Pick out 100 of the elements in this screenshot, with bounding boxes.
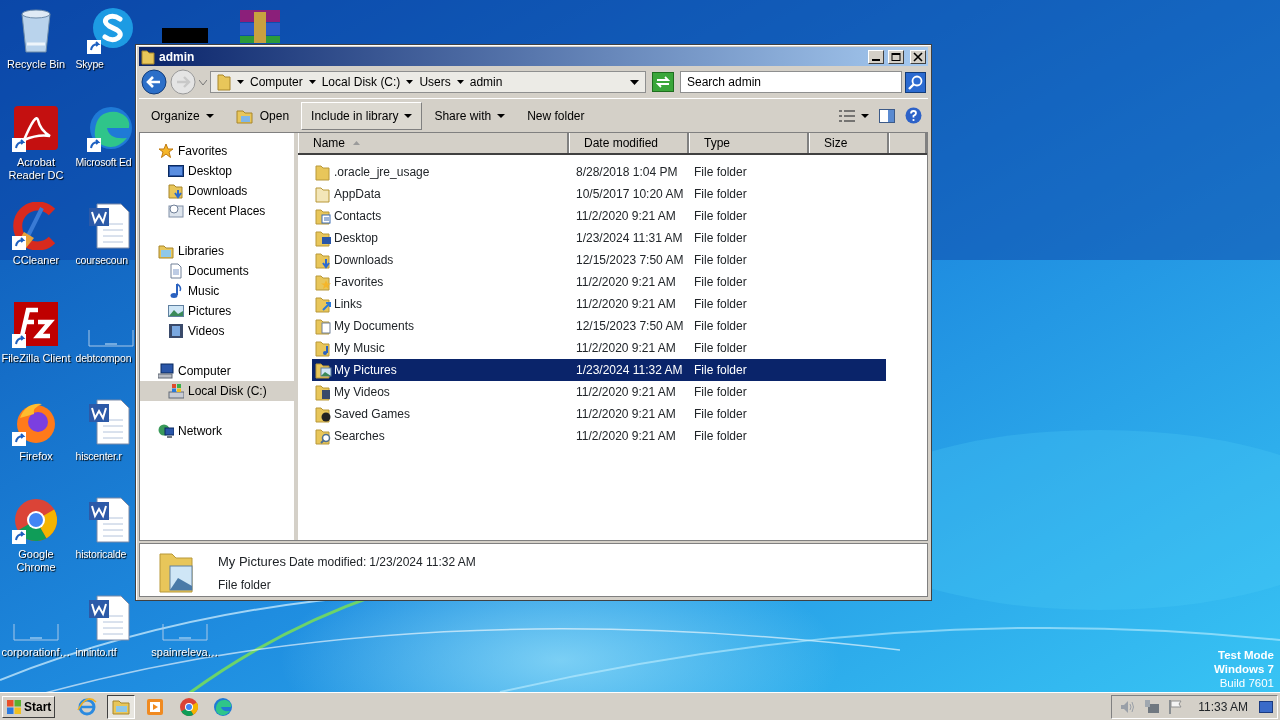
maximize-button[interactable] [888,49,904,64]
filezilla-icon[interactable] [12,300,60,348]
notice-title: Windows 7 [1214,662,1274,676]
breadcrumb[interactable]: Computer [250,73,303,91]
flag-icon[interactable] [1168,698,1185,715]
toolbar-button[interactable]: Organize [141,101,224,130]
nav-item[interactable]: Computer [140,361,294,381]
show-desktop-icon[interactable] [1259,699,1273,714]
minimize-button[interactable] [868,49,884,64]
icon-label[interactable]: debtcompon [75,352,132,365]
toolbar-button[interactable]: New folder [517,101,595,130]
column-header[interactable]: Name [298,133,569,153]
file-name: .oracle_jre_usage [334,164,430,181]
folder-icon [315,273,332,291]
icon-label[interactable]: hiscenter.r [75,450,122,463]
icon-label[interactable]: inninto.rtf [75,646,117,659]
address-bar[interactable]: Computer Local Disk (C:) Users admin [210,71,646,93]
icon-label[interactable]: FileZilla Client [1,352,71,365]
nav-item[interactable]: Favorites [140,141,294,161]
file-row[interactable]: .oracle_jre_usage 8/28/2018 1:04 PM File folder [312,161,886,183]
icon-label[interactable]: CCleaner [12,254,60,267]
file-row[interactable]: My Documents 12/15/2023 7:50 AM File folder [312,315,886,337]
icon-label[interactable]: Skype [75,58,104,71]
icon-label[interactable]: historicalde [75,548,127,561]
date-cell-text: 11/2/2020 9:21 AM [575,428,677,445]
nav-item[interactable]: Network [140,421,294,441]
toolbar-button[interactable]: Include in library [301,101,423,130]
sort-arrow-icon [353,141,360,145]
nav-item[interactable]: Documents [140,261,294,281]
file-row[interactable]: Saved Games 11/2/2020 9:21 AM File folder [312,403,886,425]
file-row[interactable]: Links 11/2/2020 9:21 AM File folder [312,293,886,315]
file-row[interactable]: AppData 10/5/2017 10:20 AM File folder [312,183,886,205]
breadcrumb[interactable]: Users [419,73,451,91]
icon-label[interactable]: Firefox [19,450,53,463]
folder-icon [315,295,332,313]
music-note-icon [168,283,184,299]
date-cell-text: 8/28/2018 1:04 PM [575,164,679,181]
windows-logo-icon [6,698,22,715]
file-row[interactable]: Contacts 11/2/2020 9:21 AM File folder [312,205,886,227]
nav-item[interactable]: Libraries [140,241,294,261]
back-button[interactable] [141,69,167,95]
icon-label[interactable]: Microsoft Ed [75,156,132,169]
file-name: Saved Games [334,406,411,423]
ie-icon [77,696,98,717]
breadcrumb[interactable]: admin [469,73,503,91]
file-row[interactable]: Favorites 11/2/2020 9:21 AM File folder [312,271,886,293]
file-row[interactable]: Desktop 1/23/2024 11:31 AM File folder [312,227,886,249]
nav-item[interactable]: Music [140,281,294,301]
icon-label[interactable]: coursecoun [75,254,128,267]
start-button[interactable]: Start [2,695,56,718]
column-header[interactable]: Size [809,133,889,153]
caret-icon [404,113,413,118]
nav-item[interactable]: Recent Places [140,201,294,221]
pdf-icon[interactable] [12,104,60,152]
icon-label[interactable]: Google Chrome [1,548,71,574]
file-name: Links [334,296,362,313]
swirl-icon[interactable] [86,104,135,152]
date-cell-text: 11/2/2020 9:21 AM [575,274,677,291]
icon-label[interactable]: spainreleva… [151,646,219,659]
nav-item[interactable]: Desktop [140,161,294,181]
folder-icon [168,183,184,199]
icon-label[interactable]: Acrobat Reader DC [1,156,71,182]
folder-icon [315,405,332,423]
file-row[interactable]: Downloads 12/15/2023 7:50 AM File folder [312,249,886,271]
computer-icon [158,363,174,379]
caret-icon [630,79,639,85]
icon-label[interactable]: Recycle Bin [1,58,71,71]
file-row[interactable]: Searches 11/2/2020 9:21 AM File folder [312,425,886,447]
icon-label[interactable]: corporationf… [1,646,71,659]
date-value: 1/23/2024 11:32 AM [369,554,476,571]
caret-icon [861,113,869,118]
nav-item[interactable]: Downloads [140,181,294,201]
file-row[interactable]: My Videos 11/2/2020 9:21 AM File folder [312,381,886,403]
swirl-icon [213,696,234,717]
column-header[interactable]: Type [689,133,809,153]
taskbar-button[interactable] [107,694,136,719]
drive-icon [168,383,184,399]
file-row[interactable]: My Pictures 1/23/2024 11:32 AM File folder [312,359,886,381]
column-header[interactable]: Date modified [569,133,689,153]
help-icon [905,107,922,124]
refresh-button[interactable] [652,72,674,92]
nav-item[interactable]: Videos [140,321,294,341]
nav-item[interactable]: Local Disk (C:) [140,381,294,401]
folder-icon [315,229,332,247]
minimize-icon [870,58,882,61]
file-row[interactable]: My Music 11/2/2020 9:21 AM File folder [312,337,886,359]
search-field[interactable]: Search admin [680,71,902,93]
skype-icon[interactable] [86,6,135,54]
toolbar-button[interactable]: Share with [424,101,516,130]
date-cell-text: 11/2/2020 9:21 AM [575,208,677,225]
network-icon[interactable] [1144,698,1161,715]
folder-icon [315,361,332,379]
date-cell-text: 11/2/2020 9:21 AM [575,406,677,423]
breadcrumb[interactable]: Local Disk (C:) [321,73,401,91]
chrome-icon[interactable] [12,496,60,544]
toolbar-button[interactable]: Open [225,101,300,130]
nav-item[interactable]: Pictures [140,301,294,321]
clock[interactable]: 11:33 AM [1198,697,1248,716]
close-button[interactable] [910,49,926,64]
search-button[interactable] [905,71,926,93]
